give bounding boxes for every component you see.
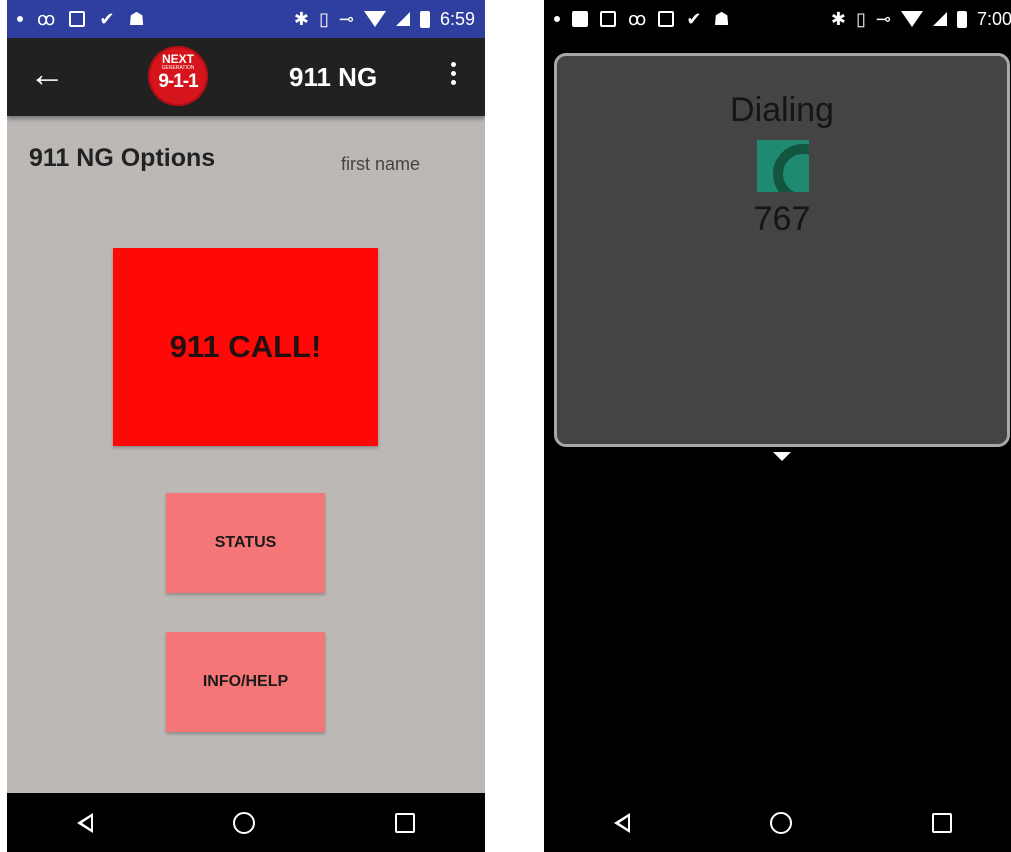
vpn-key-icon: ⊸ — [338, 9, 354, 29]
phone-screen-options: ꝏ ✔ ☗ ✱ ▯ ⊸ 6:59 ← NEXT GENERATION 9-1-1… — [7, 0, 485, 852]
bluetooth-icon: ✱ — [293, 9, 309, 29]
vibrate-icon: ▯ — [318, 9, 329, 29]
download-icon — [69, 11, 86, 27]
nav-recents-icon[interactable] — [932, 812, 952, 833]
logo-text-bottom: 9-1-1 — [158, 71, 198, 92]
dialing-number: 767 — [753, 200, 811, 238]
battery-icon — [419, 10, 430, 28]
call-911-button[interactable]: 911 CALL! — [113, 248, 378, 446]
clipboard-check-icon: ✔ — [99, 9, 115, 29]
nav-home-icon[interactable] — [233, 811, 255, 834]
voicemail-icon: ꝏ — [628, 9, 647, 29]
android-icon: ☗ — [128, 9, 145, 29]
status-time: 7:00 — [976, 8, 1011, 29]
nav-back-icon[interactable] — [77, 812, 93, 833]
android-icon: ☗ — [713, 9, 730, 29]
phone-screen-dialing: ꝏ ✔ ☗ ✱ ▯ ⊸ 7:00 Dialing 767 — [544, 0, 1011, 852]
signal-icon — [932, 12, 947, 26]
wifi-icon — [900, 11, 923, 27]
navigation-bar — [7, 793, 485, 852]
first-name-label: first name — [341, 154, 421, 174]
back-arrow-icon[interactable]: ← — [29, 54, 65, 94]
vibrate-icon: ▯ — [855, 9, 866, 29]
app-bar: ← NEXT GENERATION 9-1-1 911 NG — [7, 38, 485, 116]
signal-icon — [395, 12, 410, 26]
status-time: 6:59 — [439, 8, 475, 29]
info-help-button[interactable]: INFO/HELP — [166, 632, 325, 732]
navigation-bar — [544, 793, 1011, 852]
wifi-icon — [363, 11, 386, 27]
dialing-title: Dialing — [730, 91, 834, 129]
overflow-menu-icon[interactable] — [449, 62, 457, 85]
download-icon — [658, 11, 675, 27]
notification-dot-icon — [17, 16, 23, 22]
bluetooth-icon: ✱ — [830, 9, 846, 29]
dialing-dialog: Dialing 767 — [554, 53, 1010, 447]
dialog-pointer-icon — [773, 452, 791, 461]
nav-recents-icon[interactable] — [395, 812, 415, 833]
voicemail-icon: ꝏ — [37, 9, 56, 29]
ng911-logo: NEXT GENERATION 9-1-1 — [148, 46, 208, 106]
battery-icon — [956, 10, 967, 28]
status-button[interactable]: STATUS — [166, 493, 325, 593]
clipboard-check-icon: ✔ — [686, 9, 702, 29]
status-bar: ꝏ ✔ ☗ ✱ ▯ ⊸ 6:59 — [7, 0, 485, 38]
nav-back-icon[interactable] — [614, 812, 630, 833]
square-icon — [572, 11, 588, 27]
app-title: 911 NG — [289, 62, 378, 92]
contact-avatar — [757, 140, 809, 192]
options-title: 911 NG Options — [29, 144, 216, 172]
vpn-key-icon: ⊸ — [875, 9, 891, 29]
status-bar: ꝏ ✔ ☗ ✱ ▯ ⊸ 7:00 — [544, 0, 1011, 38]
logo-text-top: NEXT — [161, 52, 194, 66]
nav-home-icon[interactable] — [770, 811, 792, 834]
image-icon — [600, 11, 616, 27]
notification-dot-icon — [554, 16, 560, 22]
